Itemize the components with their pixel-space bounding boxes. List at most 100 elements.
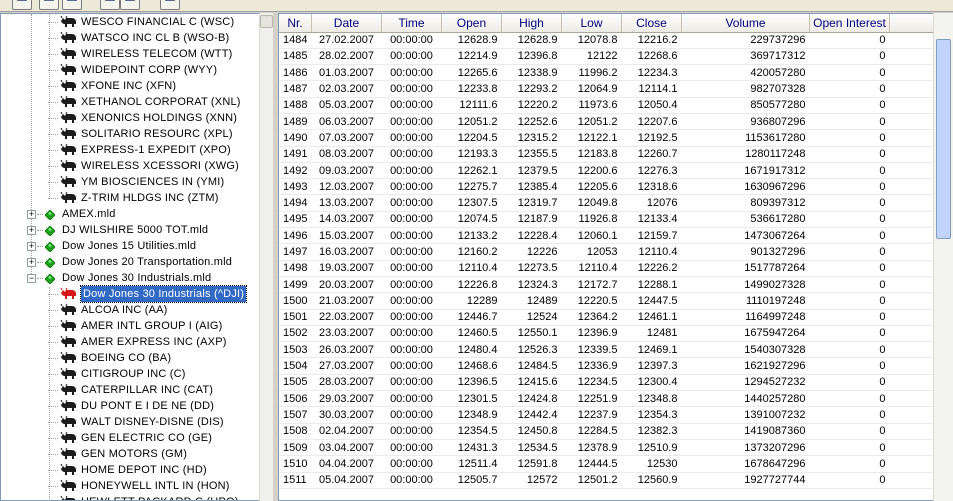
- tree-item-stock[interactable]: CATERPILLAR INC (CAT): [1, 382, 259, 398]
- tree-item-stock[interactable]: XENONICS HOLDINGS (XNN): [1, 110, 259, 126]
- tree-item-database[interactable]: + Dow Jones 15 Utilities.mld: [1, 238, 259, 254]
- tree-item-stock[interactable]: HONEYWELL INTL IN (HON): [1, 478, 259, 494]
- collapse-icon[interactable]: −: [27, 274, 36, 283]
- tree-item-stock[interactable]: GEN ELECTRIC CO (GE): [1, 430, 259, 446]
- cell-date: 23.03.2007: [311, 325, 382, 343]
- cell-open: 12111.6: [441, 97, 502, 114]
- edit-button[interactable]: [100, 0, 120, 10]
- column-header-volume[interactable]: Volume: [681, 14, 810, 33]
- tree-item-stock[interactable]: DU PONT E I DE NE (DD): [1, 398, 259, 414]
- table-row[interactable]: 1484 27.02.2007 00:00:00 12628.9 12628.9 1207…: [279, 32, 935, 49]
- cell-time: 00:00:00: [381, 357, 442, 375]
- table-row[interactable]: 1501 22.03.2007 00:00:00 12446.7 12524 12364.…: [279, 309, 935, 326]
- table-row[interactable]: 1485 28.02.2007 00:00:00 12214.9 12396.8 1212…: [279, 48, 935, 66]
- cell-open-interest: 0: [809, 129, 890, 147]
- tree-scrollbar[interactable]: [259, 13, 273, 501]
- column-header-close[interactable]: Close: [621, 14, 682, 33]
- print-button[interactable]: [120, 0, 140, 10]
- scroll-up-button[interactable]: [260, 15, 273, 28]
- tree-item-stock[interactable]: Dow Jones 30 Industrials (^DJI): [1, 285, 259, 303]
- tree-item-stock[interactable]: WIDEPOINT CORP (WYY): [1, 62, 259, 78]
- table-row[interactable]: 1504 27.03.2007 00:00:00 12468.6 12484.5 1233…: [279, 357, 935, 375]
- tree-item-database[interactable]: + DJ WILSHIRE 5000 TOT.mld: [1, 222, 259, 238]
- tree-item-stock[interactable]: XFONE INC (XFN): [1, 78, 259, 94]
- tree-item-stock[interactable]: YM BIOSCIENCES IN (YMI): [1, 174, 259, 190]
- tree-item-stock[interactable]: CITIGROUP INC (C): [1, 366, 259, 382]
- scrollbar-thumb[interactable]: [936, 39, 951, 239]
- tree-item-stock[interactable]: WATSCO INC CL B (WSO-B): [1, 30, 259, 46]
- column-header-open-interest[interactable]: Open Interest: [809, 14, 890, 33]
- tree-item-database[interactable]: + Dow Jones 20 Transportation.mld: [1, 254, 259, 270]
- table-row[interactable]: 1509 03.04.2007 00:00:00 12431.3 12534.5 1237…: [279, 439, 935, 457]
- new-button[interactable]: [12, 0, 32, 10]
- table-row[interactable]: 1502 23.03.2007 00:00:00 12460.5 12550.1 1239…: [279, 325, 935, 343]
- expand-icon[interactable]: +: [27, 226, 36, 235]
- delete-button[interactable]: [160, 0, 180, 10]
- cell-nr: 1501: [279, 309, 312, 326]
- stock-bull-icon: [60, 319, 78, 333]
- cell-high: 12220.2: [501, 97, 562, 114]
- table-row[interactable]: 1499 20.03.2007 00:00:00 12226.8 12324.3 1217…: [279, 276, 935, 294]
- table-row[interactable]: 1500 21.03.2007 00:00:00 12289 12489 12220.5 1…: [279, 292, 935, 310]
- tree-item-stock[interactable]: AMER EXPRESS INC (AXP): [1, 334, 259, 350]
- column-header-nr[interactable]: Nr.: [279, 14, 312, 33]
- table-row[interactable]: 1498 19.03.2007 00:00:00 12110.4 12273.5 1211…: [279, 260, 935, 277]
- column-header-date[interactable]: Date: [311, 14, 382, 33]
- tree-item-database[interactable]: − Dow Jones 30 Industrials.mld: [1, 270, 259, 286]
- tree-item-database[interactable]: + AMEX.mld: [1, 206, 259, 222]
- tree-item-stock[interactable]: WALT DISNEY-DISNE (DIS): [1, 414, 259, 430]
- table-row[interactable]: 1505 28.03.2007 00:00:00 12396.5 12415.6 1223…: [279, 374, 935, 392]
- expand-icon[interactable]: +: [27, 210, 36, 219]
- table-row[interactable]: 1503 26.03.2007 00:00:00 12480.4 12526.3 1233…: [279, 341, 935, 359]
- tree-item-stock[interactable]: ALCOA INC (AA): [1, 302, 259, 318]
- tree-item-stock[interactable]: GEN MOTORS (GM): [1, 446, 259, 462]
- table-row[interactable]: 1495 14.03.2007 00:00:00 12074.5 12187.9 1192…: [279, 211, 935, 229]
- symbol-tree[interactable]: WESCO FINANCIAL C (WSC) WATSCO INC CL B (…: [0, 13, 273, 501]
- tree-item-stock[interactable]: SOLITARIO RESOURC (XPL): [1, 126, 259, 142]
- table-row[interactable]: 1490 07.03.2007 00:00:00 12204.5 12315.2 1212…: [279, 129, 935, 147]
- tree-item-stock[interactable]: WESCO FINANCIAL C (WSC): [1, 14, 259, 30]
- column-header-high[interactable]: High: [501, 14, 562, 33]
- tree-item-stock[interactable]: XETHANOL CORPORAT (XNL): [1, 94, 259, 110]
- column-header-open[interactable]: Open: [441, 14, 502, 33]
- tree-item-stock[interactable]: WIRELESS XCESSORI (XWG): [1, 158, 259, 174]
- column-header-low[interactable]: Low: [561, 14, 622, 33]
- table-row[interactable]: 1487 02.03.2007 00:00:00 12233.8 12293.2 1206…: [279, 80, 935, 98]
- cell-date: 05.03.2007: [311, 97, 382, 114]
- table-row[interactable]: 1507 30.03.2007 00:00:00 12348.9 12442.4 1223…: [279, 406, 935, 424]
- table-row[interactable]: 1511 05.04.2007 00:00:00 12505.7 12572 12501.…: [279, 472, 935, 489]
- grid-scrollbar[interactable]: [933, 13, 953, 501]
- expand-icon[interactable]: +: [27, 258, 36, 267]
- table-row[interactable]: 1496 15.03.2007 00:00:00 12133.2 12228.4 1206…: [279, 227, 935, 245]
- table-row[interactable]: 1491 08.03.2007 00:00:00 12193.3 12355.5 1218…: [279, 146, 935, 163]
- table-row[interactable]: 1489 06.03.2007 00:00:00 12051.2 12252.6 1205…: [279, 113, 935, 131]
- table-row[interactable]: 1486 01.03.2007 00:00:00 12265.6 12338.9 1199…: [279, 64, 935, 82]
- tree-item-stock[interactable]: EXPRESS-1 EXPEDIT (XPO): [1, 142, 259, 158]
- save-button[interactable]: [62, 0, 82, 10]
- tree-item-stock[interactable]: BOEING CO (BA): [1, 350, 259, 366]
- open-button[interactable]: [39, 0, 59, 10]
- cell-date: 29.03.2007: [311, 390, 382, 408]
- tree-item-stock[interactable]: AMER INTL GROUP I (AIG): [1, 318, 259, 334]
- table-row[interactable]: 1492 09.03.2007 00:00:00 12262.1 12379.5 1220…: [279, 162, 935, 180]
- tree-item-stock[interactable]: HEWLETT PACKARD C (HPQ): [1, 494, 259, 500]
- table-row[interactable]: 1497 16.03.2007 00:00:00 12160.2 12226 12053 1…: [279, 243, 935, 261]
- table-row[interactable]: 1508 02.04.2007 00:00:00 12354.5 12450.8 1228…: [279, 423, 935, 440]
- table-row[interactable]: 1494 13.03.2007 00:00:00 12307.5 12319.7 1204…: [279, 194, 935, 212]
- cell-close: 12276.3: [621, 162, 682, 180]
- table-row[interactable]: 1493 12.03.2007 00:00:00 12275.7 12385.4 1220…: [279, 178, 935, 196]
- table-row[interactable]: 1506 29.03.2007 00:00:00 12301.5 12424.8 1225…: [279, 390, 935, 408]
- tree-item-stock[interactable]: Z-TRIM HLDGS INC (ZTM): [1, 190, 259, 206]
- tree-item-stock[interactable]: WIRELESS TELECOM (WTT): [1, 46, 259, 62]
- quote-grid[interactable]: Nr. Date Time Open High Low Close Volume Open In…: [278, 13, 953, 501]
- expand-icon[interactable]: +: [27, 242, 36, 251]
- cell-low: 12122.1: [561, 129, 622, 147]
- cell-filler: [889, 113, 935, 131]
- table-row[interactable]: 1510 04.04.2007 00:00:00 12511.4 12591.8 1244…: [279, 455, 935, 473]
- tree-item-stock[interactable]: HOME DEPOT INC (HD): [1, 462, 259, 478]
- cell-time: 00:00:00: [381, 390, 442, 408]
- cell-high: 12424.8: [501, 390, 562, 408]
- stock-bull-icon: [60, 95, 78, 109]
- column-header-time[interactable]: Time: [381, 14, 442, 33]
- table-row[interactable]: 1488 05.03.2007 00:00:00 12111.6 12220.2 1197…: [279, 97, 935, 114]
